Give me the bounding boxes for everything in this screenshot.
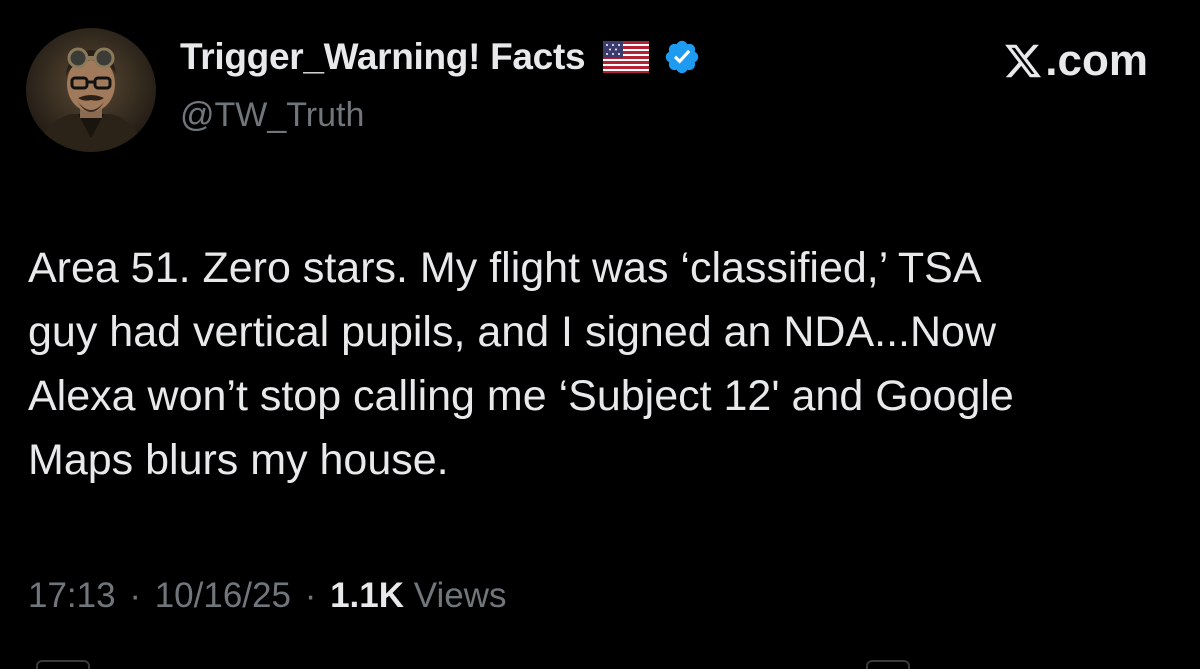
tweet-card: Trigger_Warning! Facts @TW_Truth .com Ar… [0, 0, 1200, 669]
avatar[interactable] [26, 28, 156, 152]
tweet-text-line: guy had vertical pupils, and I signed an… [28, 308, 997, 356]
verified-badge-icon[interactable] [663, 38, 701, 76]
tweet-meta: 17:13 · 10/16/25 · 1.1K Views [28, 576, 507, 616]
bookmark-icon-partial[interactable] [866, 660, 910, 669]
tweet-text-line: Alexa won’t stop calling me ‘Subject 12'… [28, 372, 1014, 420]
x-logo-icon [1005, 44, 1042, 78]
meta-separator: · [304, 576, 317, 615]
brand-domain: .com [1045, 36, 1148, 85]
author-name-row: Trigger_Warning! Facts [180, 36, 701, 78]
views-label: Views [413, 576, 507, 615]
reply-icon-partial[interactable] [36, 660, 90, 669]
tweet-text-line: Maps blurs my house. [28, 436, 449, 484]
views-count[interactable]: 1.1K [330, 576, 404, 615]
tweet-text-line: Area 51. Zero stars. My flight was ‘clas… [28, 244, 982, 292]
brand-watermark: .com [1003, 36, 1148, 86]
meta-separator: · [129, 576, 141, 615]
author-handle[interactable]: @TW_Truth [180, 96, 364, 135]
us-flag-icon [603, 41, 650, 73]
author-display-name[interactable]: Trigger_Warning! Facts [180, 36, 586, 78]
avatar-image [26, 28, 156, 152]
tweet-text: Area 51. Zero stars. My flight was ‘clas… [28, 236, 1188, 492]
tweet-time[interactable]: 17:13 [28, 576, 116, 615]
tweet-date[interactable]: 10/16/25 [155, 576, 291, 615]
